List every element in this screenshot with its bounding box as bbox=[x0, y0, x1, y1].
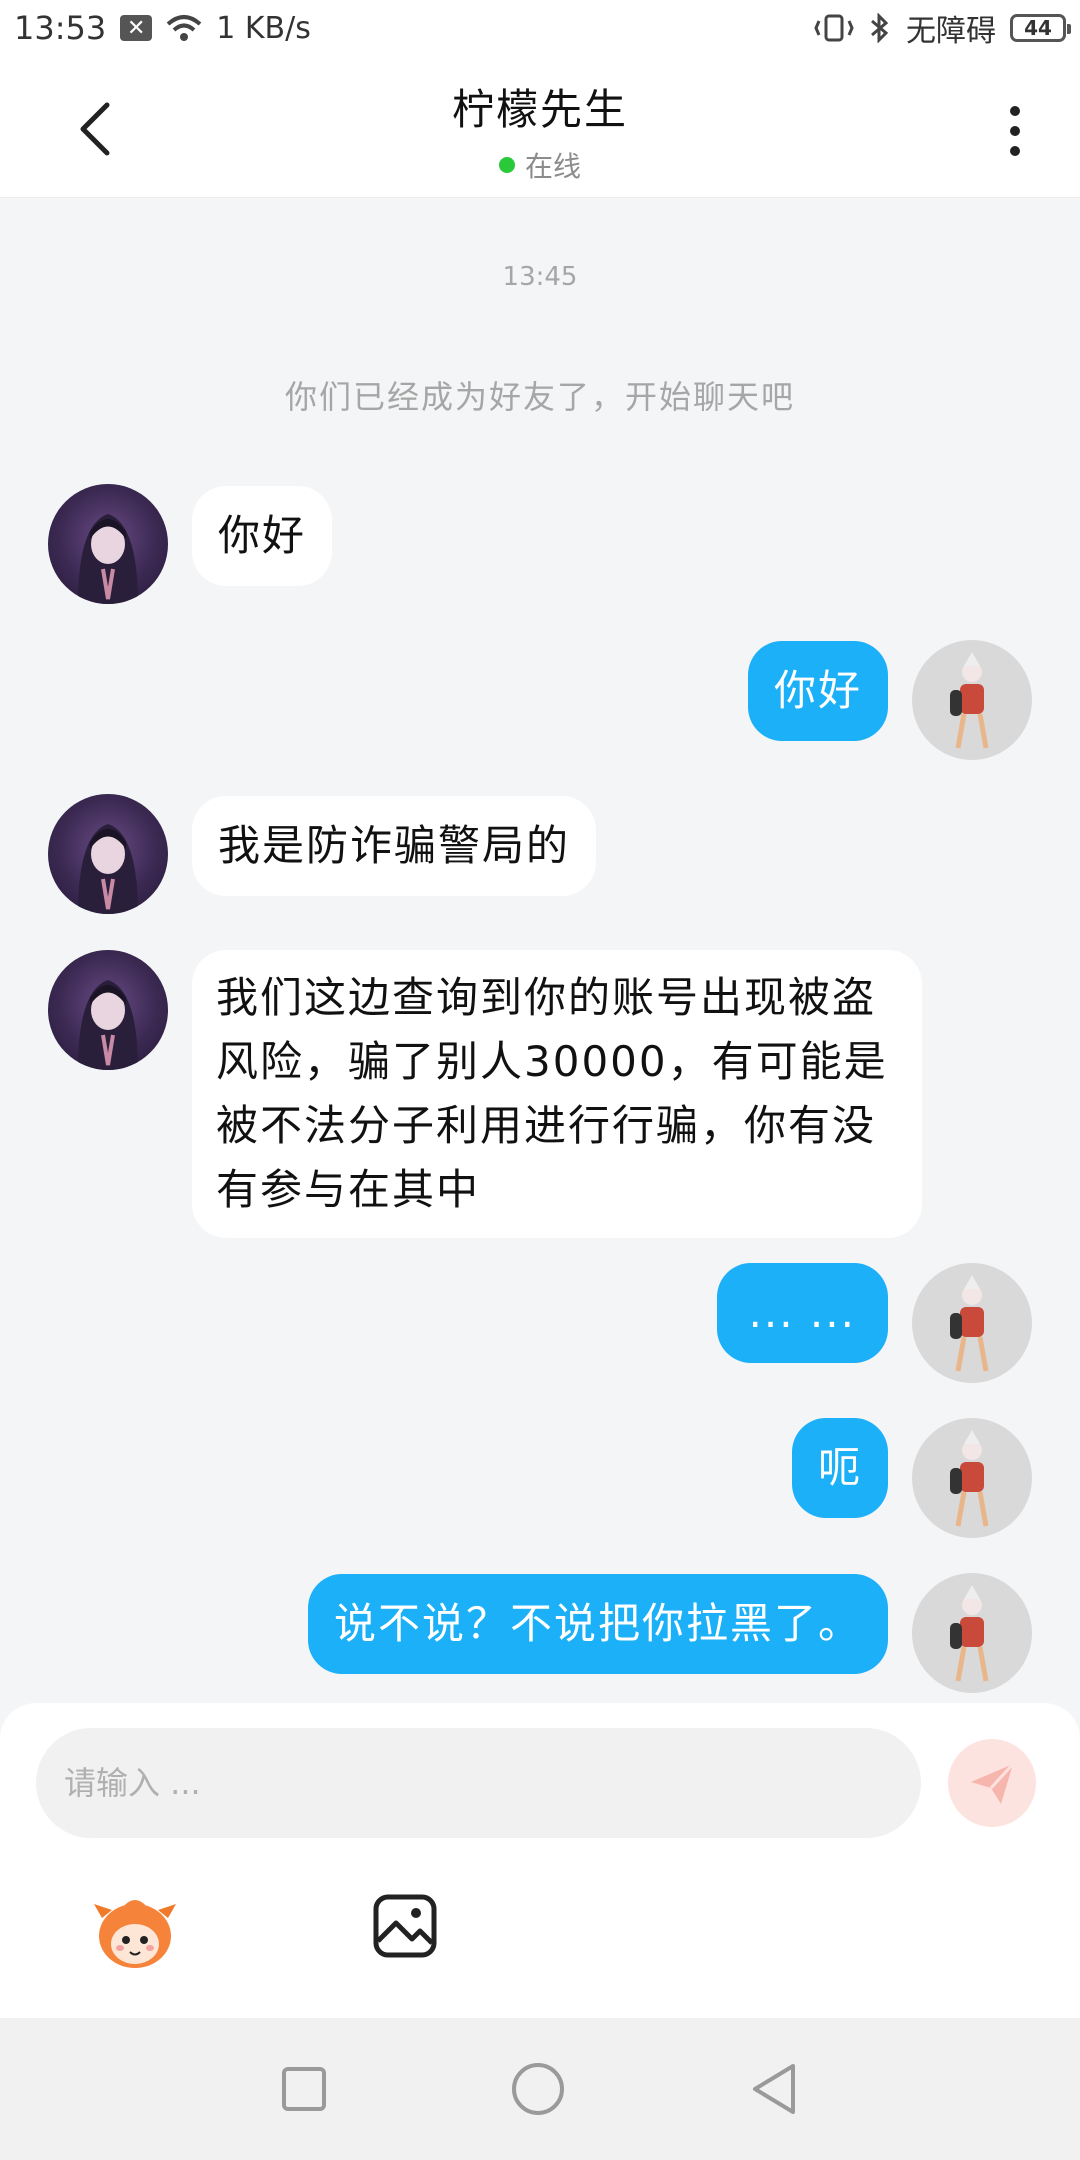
wifi-icon bbox=[166, 15, 202, 41]
message-bubble-sent[interactable]: ... ... bbox=[716, 1263, 888, 1363]
message-bubble-received[interactable]: 我是防诈骗警局的 bbox=[192, 796, 597, 896]
hooded-figure-icon bbox=[78, 824, 138, 914]
chat-header: 柠檬先生 在线 bbox=[0, 56, 1080, 198]
recent-apps-button[interactable] bbox=[281, 2066, 327, 2112]
message-bubble-sent[interactable]: 呃 bbox=[791, 1418, 888, 1518]
bluetooth-icon bbox=[871, 13, 889, 43]
contact-name: 柠檬先生 bbox=[451, 85, 628, 134]
anime-character-icon bbox=[950, 1430, 989, 1527]
hooded-figure-icon bbox=[78, 514, 138, 604]
system-message: 你们已经成为好友了，开始聊天吧 bbox=[284, 378, 795, 416]
contact-avatar[interactable] bbox=[48, 794, 168, 914]
online-status: 在线 bbox=[0, 145, 1080, 185]
paper-plane-icon bbox=[971, 1762, 1015, 1804]
sticker-button[interactable] bbox=[92, 1888, 178, 1974]
vibrate-icon bbox=[814, 14, 854, 42]
more-dot bbox=[1010, 146, 1020, 156]
message-bubble-sent[interactable]: 你好 bbox=[747, 641, 888, 741]
message-bubble-received[interactable]: 你好 bbox=[192, 486, 333, 586]
contact-avatar[interactable] bbox=[48, 484, 168, 604]
user-avatar[interactable] bbox=[912, 1263, 1032, 1383]
battery-level: 44 bbox=[1024, 16, 1052, 40]
home-button[interactable] bbox=[510, 2061, 566, 2117]
anime-character-icon bbox=[950, 1275, 989, 1372]
online-dot-icon bbox=[498, 157, 515, 173]
mascot-emoji-icon bbox=[94, 1900, 176, 1968]
battery-icon: 44 bbox=[1010, 14, 1071, 42]
network-speed: 1 KB/s bbox=[216, 10, 311, 46]
hooded-figure-icon bbox=[78, 980, 138, 1070]
system-nav-bar bbox=[0, 2018, 1080, 2160]
more-dot bbox=[1010, 106, 1020, 116]
chat-timestamp: 13:45 bbox=[502, 262, 578, 292]
contact-avatar[interactable] bbox=[48, 950, 168, 1070]
anime-character-icon bbox=[950, 652, 989, 749]
message-bubble-sent[interactable]: 说不说？不说把你拉黑了。 bbox=[307, 1574, 888, 1674]
back-nav-button[interactable] bbox=[749, 2062, 799, 2116]
send-button[interactable] bbox=[948, 1739, 1036, 1827]
user-avatar[interactable] bbox=[912, 640, 1032, 760]
status-bar: 13:53 ✕ 1 KB/s 无障碍 44 bbox=[0, 0, 1080, 56]
message-composer bbox=[0, 1703, 1080, 2018]
more-options-button[interactable] bbox=[990, 96, 1040, 166]
status-time: 13:53 bbox=[14, 9, 107, 47]
user-avatar[interactable] bbox=[912, 1573, 1032, 1693]
message-input[interactable] bbox=[36, 1728, 921, 1838]
anime-character-icon bbox=[950, 1585, 989, 1682]
message-bubble-received[interactable]: 我们这边查询到你的账号出现被盗风险，骗了别人30000，有可能是被不法分子利用进… bbox=[192, 950, 922, 1238]
notification-close-icon: ✕ bbox=[120, 15, 153, 41]
user-avatar[interactable] bbox=[912, 1418, 1032, 1538]
online-status-label: 在线 bbox=[524, 150, 581, 183]
image-icon bbox=[373, 1894, 437, 1958]
more-dot bbox=[1010, 126, 1020, 136]
image-picker-button[interactable] bbox=[372, 1893, 438, 1959]
accessibility-label: 无障碍 bbox=[906, 14, 996, 49]
